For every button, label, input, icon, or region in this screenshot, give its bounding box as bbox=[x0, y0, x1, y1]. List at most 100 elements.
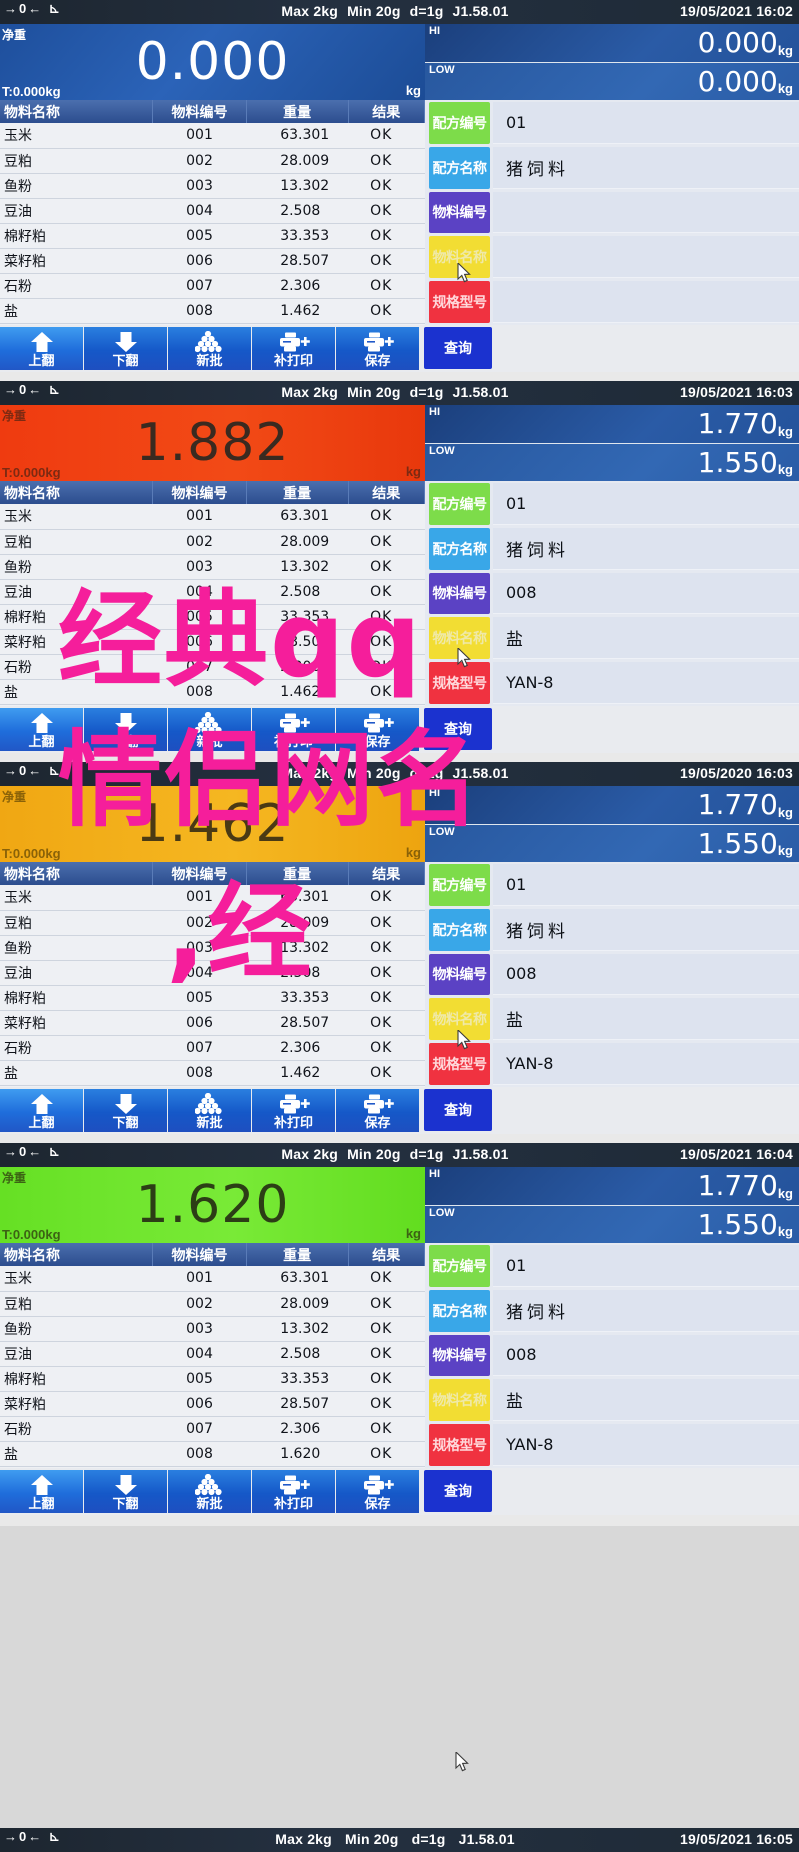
table-row[interactable]: 盐 008 1.462 OK bbox=[0, 679, 425, 705]
low-limit-row: LOW 1.550 kg bbox=[425, 1205, 799, 1243]
table-row[interactable]: 玉米 001 63.301 OK bbox=[0, 504, 425, 530]
toolbar-button-arrow-down[interactable]: 下翻 bbox=[84, 1470, 167, 1513]
table-row[interactable]: 鱼粉 003 13.302 OK bbox=[0, 935, 425, 961]
query-button[interactable]: 查询 bbox=[424, 1470, 492, 1512]
toolbar-button-printer-plus[interactable]: 保存 bbox=[336, 708, 419, 751]
toolbar-button-arrow-down[interactable]: 下翻 bbox=[84, 708, 167, 751]
table-row[interactable]: 玉米 001 63.301 OK bbox=[0, 1266, 425, 1292]
cell-weight: 1.620 bbox=[246, 1441, 349, 1467]
key-recipe-name[interactable]: 配方名称 bbox=[429, 527, 490, 570]
table-row[interactable]: 棉籽粕 005 33.353 OK bbox=[0, 604, 425, 630]
table-row[interactable]: 豆油 004 2.508 OK bbox=[0, 198, 425, 224]
cell-result: OK bbox=[348, 960, 425, 986]
table-row[interactable]: 豆粕 002 28.009 OK bbox=[0, 910, 425, 936]
table-row[interactable]: 石粉 007 2.306 OK bbox=[0, 1416, 425, 1442]
cell-material-name: 石粉 bbox=[0, 654, 153, 680]
net-weight-display: 净重 1.620 T:0.000kg kg bbox=[0, 1167, 425, 1243]
toolbar-button-arrow-up[interactable]: 上翻 bbox=[0, 1470, 83, 1513]
key-material-name[interactable]: 物料名称 bbox=[429, 617, 490, 660]
batch-stack-icon bbox=[194, 330, 225, 354]
key-material-code[interactable]: 物料编号 bbox=[429, 1334, 490, 1377]
key-recipe-code[interactable]: 配方编号 bbox=[429, 1245, 490, 1287]
key-material-name[interactable]: 物料名称 bbox=[429, 236, 490, 279]
toolbar-button-printer-plus[interactable]: 补打印 bbox=[252, 327, 335, 370]
table-row[interactable]: 石粉 007 2.306 OK bbox=[0, 273, 425, 299]
key-recipe-code[interactable]: 配方编号 bbox=[429, 864, 490, 906]
toolbar-button-arrow-up[interactable]: 上翻 bbox=[0, 1089, 83, 1132]
table-row[interactable]: 玉米 001 63.301 OK bbox=[0, 123, 425, 149]
toolbar-button-printer-plus[interactable]: 保存 bbox=[336, 1470, 419, 1513]
query-button[interactable]: 查询 bbox=[424, 708, 492, 750]
table-row[interactable]: 豆粕 002 28.009 OK bbox=[0, 529, 425, 555]
toolbar-button-batch-stack[interactable]: 新批 bbox=[168, 327, 251, 370]
key-recipe-name[interactable]: 配方名称 bbox=[429, 1289, 490, 1332]
net-weight-unit: kg bbox=[405, 83, 421, 98]
toolbar-button-batch-stack[interactable]: 新批 bbox=[168, 1470, 251, 1513]
col-header-code: 物料编号 bbox=[152, 1243, 247, 1266]
table-row[interactable]: 鱼粉 003 13.302 OK bbox=[0, 1316, 425, 1342]
key-spec-model[interactable]: 规格型号 bbox=[429, 281, 490, 323]
cell-result: OK bbox=[348, 910, 425, 936]
toolbar-button-printer-plus[interactable]: 补打印 bbox=[252, 708, 335, 751]
table-row[interactable]: 石粉 007 2.306 OK bbox=[0, 654, 425, 680]
key-material-code[interactable]: 物料编号 bbox=[429, 191, 490, 234]
toolbar-button-arrow-up[interactable]: 上翻 bbox=[0, 708, 83, 751]
toolbar-button-batch-stack[interactable]: 新批 bbox=[168, 708, 251, 751]
table-row[interactable]: 盐 008 1.462 OK bbox=[0, 1060, 425, 1086]
datetime-stamp: 19/05/2021 16:04 bbox=[680, 1146, 793, 1162]
table-row[interactable]: 豆油 004 2.508 OK bbox=[0, 1341, 425, 1367]
cell-result: OK bbox=[348, 579, 425, 605]
hi-limit-label: HI bbox=[429, 787, 440, 799]
toolbar-button-arrow-down[interactable]: 下翻 bbox=[84, 1089, 167, 1132]
table-row[interactable]: 豆粕 002 28.009 OK bbox=[0, 148, 425, 174]
table-row[interactable]: 鱼粉 003 13.302 OK bbox=[0, 554, 425, 580]
hi-limit-label: HI bbox=[429, 406, 440, 418]
toolbar-button-arrow-up[interactable]: 上翻 bbox=[0, 327, 83, 370]
table-row[interactable]: 菜籽粕 006 28.507 OK bbox=[0, 1010, 425, 1036]
material-table-wrap: 物料名称 物料编号 重量 结果 玉米 001 63.301 OK 豆粕 002 28.009 OK 鱼粉… bbox=[0, 100, 426, 325]
field-value-column: 01 猪饲料 008 盐 YAN-8 bbox=[493, 481, 799, 706]
key-recipe-code[interactable]: 配方编号 bbox=[429, 483, 490, 525]
table-row[interactable]: 菜籽粕 006 28.507 OK bbox=[0, 248, 425, 274]
mouse-cursor bbox=[455, 1750, 470, 1772]
key-recipe-name[interactable]: 配方名称 bbox=[429, 908, 490, 951]
key-material-code[interactable]: 物料编号 bbox=[429, 953, 490, 996]
table-row[interactable]: 盐 008 1.462 OK bbox=[0, 298, 425, 324]
table-row[interactable]: 鱼粉 003 13.302 OK bbox=[0, 173, 425, 199]
key-recipe-name[interactable]: 配方名称 bbox=[429, 146, 490, 189]
key-material-code[interactable]: 物料编号 bbox=[429, 572, 490, 615]
table-row[interactable]: 豆油 004 2.508 OK bbox=[0, 960, 425, 986]
table-row[interactable]: 玉米 001 63.301 OK bbox=[0, 885, 425, 911]
status-bar: →0← ⊾ Max 2kg Min 20g d=1g J1.58.01 19/05/202… bbox=[0, 381, 799, 405]
bottom-status-strip: →0← ⊾ Max 2kg Min 20g d=1g J1.58.01 19/0… bbox=[0, 1828, 799, 1852]
table-row[interactable]: 盐 008 1.620 OK bbox=[0, 1441, 425, 1467]
table-row[interactable]: 石粉 007 2.306 OK bbox=[0, 1035, 425, 1061]
toolbar-button-label: 补打印 bbox=[273, 734, 313, 749]
toolbar-button-printer-plus[interactable]: 保存 bbox=[336, 327, 419, 370]
key-spec-model[interactable]: 规格型号 bbox=[429, 1424, 490, 1466]
table-row[interactable]: 棉籽粕 005 33.353 OK bbox=[0, 1366, 425, 1392]
key-material-name[interactable]: 物料名称 bbox=[429, 1379, 490, 1422]
toolbar-button-arrow-down[interactable]: 下翻 bbox=[84, 327, 167, 370]
toolbar-button-batch-stack[interactable]: 新批 bbox=[168, 1089, 251, 1132]
scale-panel: →0← ⊾ Max 2kg Min 20g d=1g J1.58.01 19/05/202… bbox=[0, 1143, 799, 1526]
low-limit-label: LOW bbox=[429, 1206, 455, 1219]
table-row[interactable]: 豆油 004 2.508 OK bbox=[0, 579, 425, 605]
table-row[interactable]: 棉籽粕 005 33.353 OK bbox=[0, 985, 425, 1011]
toolbar-button-printer-plus[interactable]: 保存 bbox=[336, 1089, 419, 1132]
query-button[interactable]: 查询 bbox=[424, 1089, 492, 1131]
col-header-code: 物料编号 bbox=[152, 481, 247, 504]
query-button[interactable]: 查询 bbox=[424, 327, 492, 369]
key-material-name[interactable]: 物料名称 bbox=[429, 998, 490, 1041]
table-row[interactable]: 菜籽粕 006 28.507 OK bbox=[0, 1391, 425, 1417]
key-spec-model[interactable]: 规格型号 bbox=[429, 1043, 490, 1085]
table-row[interactable]: 豆粕 002 28.009 OK bbox=[0, 1291, 425, 1317]
key-spec-model[interactable]: 规格型号 bbox=[429, 662, 490, 704]
key-recipe-code[interactable]: 配方编号 bbox=[429, 102, 490, 144]
table-row[interactable]: 菜籽粕 006 28.507 OK bbox=[0, 629, 425, 655]
recipe-info-panel: 配方编号 配方名称 物料编号 物料名称 规格型号 01 猪饲料 bbox=[425, 100, 799, 325]
toolbar-button-printer-plus[interactable]: 补打印 bbox=[252, 1089, 335, 1132]
table-row[interactable]: 棉籽粕 005 33.353 OK bbox=[0, 223, 425, 249]
toolbar-button-printer-plus[interactable]: 补打印 bbox=[252, 1470, 335, 1513]
value-material-name: 盐 bbox=[493, 1379, 799, 1422]
